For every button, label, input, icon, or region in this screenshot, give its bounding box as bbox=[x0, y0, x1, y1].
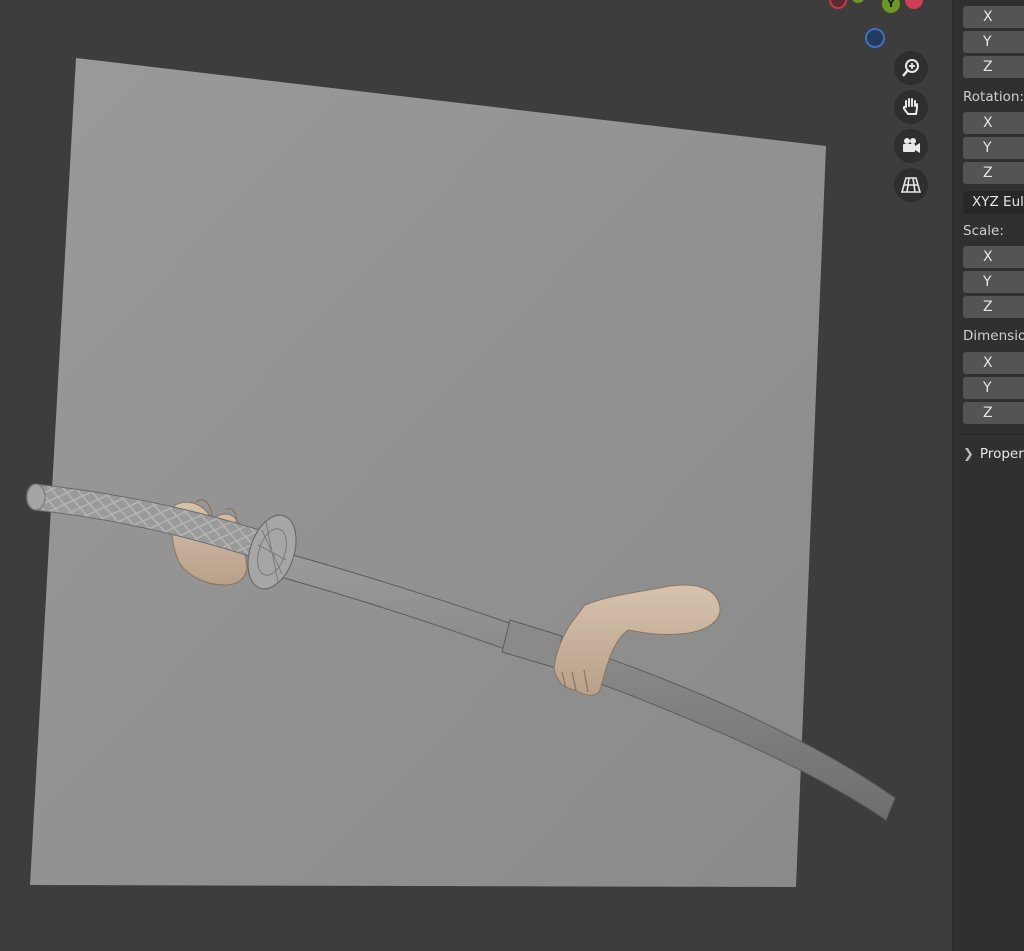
camera-icon bbox=[903, 138, 920, 153]
dimensions-y-field[interactable]: Y bbox=[963, 377, 1024, 399]
scale-x-field[interactable]: X bbox=[963, 246, 1024, 268]
properties-panel-header[interactable]: ❯ Propert bbox=[963, 446, 1024, 462]
dimensions-label: Dimensio bbox=[963, 328, 1024, 344]
scale-label: Scale: bbox=[963, 223, 1004, 239]
location-y-field[interactable]: Y bbox=[963, 31, 1024, 53]
rotation-z-field[interactable]: Z bbox=[963, 162, 1024, 184]
location-z-field[interactable]: Z bbox=[963, 56, 1024, 78]
properties-panel-label: Propert bbox=[979, 446, 1024, 462]
grid-perspective-icon bbox=[900, 177, 922, 193]
dimensions-z-field[interactable]: Z bbox=[963, 402, 1024, 424]
dimensions-x-field[interactable]: X bbox=[963, 352, 1024, 374]
properties-sidebar: X Y Z Rotation: X Y Z XYZ Eule Scale: X … bbox=[952, 0, 1024, 951]
camera-view-button[interactable] bbox=[894, 129, 928, 163]
3d-viewport[interactable]: Y bbox=[0, 0, 952, 951]
ortho-toggle-button[interactable] bbox=[894, 168, 928, 202]
zoom-in-icon bbox=[902, 59, 919, 77]
viewport-scene[interactable] bbox=[0, 0, 952, 951]
zoom-button[interactable] bbox=[894, 51, 928, 85]
chevron-right-icon: ❯ bbox=[963, 447, 974, 462]
gizmo-z-neg-axis[interactable] bbox=[865, 28, 885, 48]
rotation-x-field[interactable]: X bbox=[963, 112, 1024, 134]
rotation-label: Rotation: bbox=[963, 89, 1024, 105]
pan-button[interactable] bbox=[894, 90, 928, 124]
rotation-y-field[interactable]: Y bbox=[963, 137, 1024, 159]
location-x-field[interactable]: X bbox=[963, 6, 1024, 28]
reference-plane[interactable] bbox=[30, 58, 826, 887]
rotation-mode-dropdown[interactable]: XYZ Eule bbox=[963, 191, 1024, 214]
scale-z-field[interactable]: Z bbox=[963, 296, 1024, 318]
hand-pan-icon bbox=[902, 98, 918, 115]
scale-y-field[interactable]: Y bbox=[963, 271, 1024, 293]
panel-divider bbox=[959, 434, 1024, 435]
